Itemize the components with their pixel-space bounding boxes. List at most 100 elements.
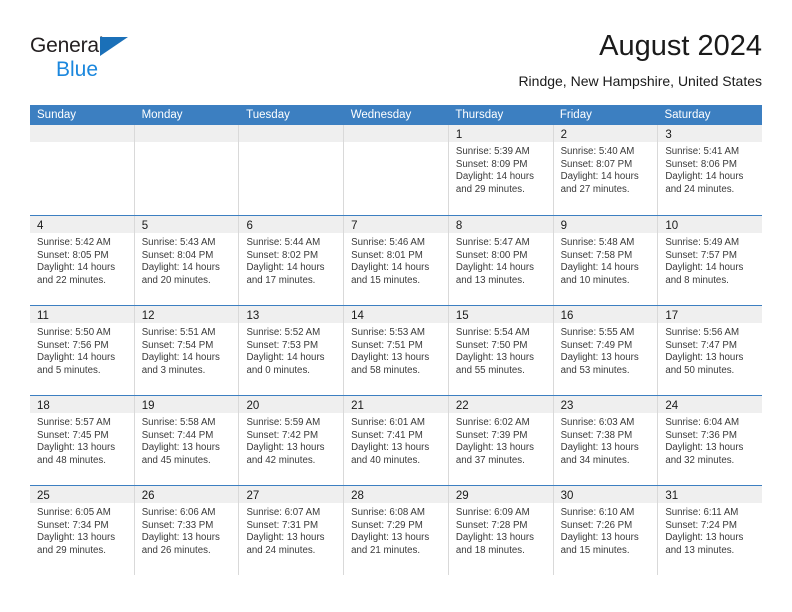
sunrise-line: Sunrise: 6:05 AM (37, 507, 111, 518)
day-details: Sunrise: 5:39 AM Sunset: 8:09 PM Daylight:… (449, 142, 553, 196)
day-number-band: 29 (448, 486, 553, 503)
calendar-weeks: 1 Sunrise: 5:39 AM Sunset: 8:09 PM Daylight… (30, 125, 763, 575)
day-cell-31[interactable]: 31 Sunrise: 6:11 AM Sunset: 7:24 PM Dayligh… (657, 486, 763, 575)
sunrise-line: Sunrise: 5:42 AM (37, 237, 111, 248)
day-details: Sunrise: 5:42 AM Sunset: 8:05 PM Daylight:… (30, 233, 134, 287)
day-cell-12[interactable]: 12 Sunrise: 5:51 AM Sunset: 7:54 PM Dayligh… (133, 306, 239, 395)
day-details: Sunrise: 6:09 AM Sunset: 7:28 PM Daylight:… (449, 503, 553, 557)
day-number: 27 (246, 490, 260, 502)
day-cell-5[interactable]: 5 Sunrise: 5:43 AM Sunset: 8:04 PM Daylight… (133, 216, 239, 305)
day-number: 24 (665, 400, 679, 412)
day-details: Sunrise: 6:08 AM Sunset: 7:29 PM Daylight:… (344, 503, 448, 557)
day-cell-23[interactable]: 23 Sunrise: 6:03 AM Sunset: 7:38 PM Dayligh… (552, 396, 658, 485)
day-number-band: 5 (134, 216, 239, 233)
day-number-band: 27 (239, 486, 344, 503)
day-cell-8[interactable]: 8 Sunrise: 5:47 AM Sunset: 8:00 PM Daylight… (447, 216, 553, 305)
day-number: 25 (37, 490, 50, 502)
day-cell-9[interactable]: 9 Sunrise: 5:48 AM Sunset: 7:58 PM Daylight… (552, 216, 658, 305)
day-number: 21 (351, 400, 364, 412)
day-details: Sunrise: 5:41 AM Sunset: 8:06 PM Daylight:… (658, 142, 762, 196)
day-cell-25[interactable]: 25 Sunrise: 6:05 AM Sunset: 7:34 PM Dayligh… (30, 486, 134, 575)
day-details: Sunrise: 5:50 AM Sunset: 7:56 PM Daylight:… (30, 323, 134, 377)
day-number: 6 (246, 220, 253, 232)
day-number-band: 24 (658, 396, 763, 413)
day-number-band: 4 (30, 216, 134, 233)
calendar-grid: Sunday Monday Tuesday Wednesday Thursday Frid… (30, 105, 763, 575)
sunrise-line: Sunrise: 5:44 AM (246, 237, 321, 248)
sunset-line: Sunset: 7:47 PM (665, 339, 737, 351)
sunset-line: Sunset: 7:28 PM (455, 519, 528, 531)
day-cell-1[interactable]: 1 Sunrise: 5:39 AM Sunset: 8:09 PM Daylight… (447, 125, 553, 215)
sunset-line: Sunset: 7:58 PM (560, 249, 633, 261)
weekday-header-monday: Monday (141, 109, 183, 121)
day-cell-18[interactable]: 18 Sunrise: 5:57 AM Sunset: 7:45 PM Dayligh… (30, 396, 134, 485)
logo-blue-label: Blue (56, 58, 99, 81)
day-cell-20[interactable]: 20 Sunrise: 5:59 AM Sunset: 7:42 PM Dayligh… (238, 396, 344, 485)
sunrise-line: Sunrise: 6:11 AM (665, 507, 739, 518)
day-cell-6[interactable]: 6 Sunrise: 5:44 AM Sunset: 8:02 PM Daylight… (238, 216, 344, 305)
day-cell-empty (133, 125, 239, 215)
day-number-band: 7 (344, 216, 448, 233)
day-number: 28 (351, 490, 364, 502)
daylight-line-2: and 34 minutes. (560, 454, 630, 466)
daylight-line-2: and 17 minutes. (246, 274, 316, 286)
day-cell-24[interactable]: 24 Sunrise: 6:04 AM Sunset: 7:36 PM Dayligh… (657, 396, 763, 485)
day-details: Sunrise: 5:55 AM Sunset: 7:49 PM Daylight:… (554, 323, 658, 377)
logo-text-general: General (30, 34, 230, 58)
day-number: 16 (560, 310, 574, 322)
sunset-line: Sunset: 7:41 PM (351, 429, 423, 441)
day-cell-3[interactable]: 3 Sunrise: 5:41 AM Sunset: 8:06 PM Daylight… (657, 125, 763, 215)
day-cell-21[interactable]: 21 Sunrise: 6:01 AM Sunset: 7:41 PM Dayligh… (343, 396, 448, 485)
calendar-page: General Blue August 2024 Rindge, New Ham… (0, 0, 792, 612)
daylight-line-1: Daylight: 13 hours (141, 532, 220, 544)
day-number-band: 26 (134, 486, 239, 503)
day-cell-17[interactable]: 17 Sunrise: 5:56 AM Sunset: 7:47 PM Dayligh… (657, 306, 763, 395)
daylight-line-1: Daylight: 13 hours (246, 442, 325, 454)
daylight-line-2: and 29 minutes. (37, 544, 106, 556)
day-details: Sunrise: 6:11 AM Sunset: 7:24 PM Daylight:… (658, 503, 762, 557)
sunrise-line: Sunrise: 6:07 AM (246, 507, 321, 518)
daylight-line-2: and 22 minutes. (37, 274, 106, 286)
day-cell-27[interactable]: 27 Sunrise: 6:07 AM Sunset: 7:31 PM Dayligh… (238, 486, 344, 575)
day-cell-4[interactable]: 4 Sunrise: 5:42 AM Sunset: 8:05 PM Daylight… (30, 216, 134, 305)
calendar-week-row: 1 Sunrise: 5:39 AM Sunset: 8:09 PM Daylight… (30, 125, 763, 215)
sunrise-line: Sunrise: 6:09 AM (455, 507, 530, 518)
day-details: Sunrise: 6:03 AM Sunset: 7:38 PM Daylight:… (554, 413, 658, 467)
day-number-band: 17 (658, 306, 763, 323)
day-cell-29[interactable]: 29 Sunrise: 6:09 AM Sunset: 7:28 PM Dayligh… (447, 486, 553, 575)
day-cell-22[interactable]: 22 Sunrise: 6:02 AM Sunset: 7:39 PM Dayligh… (447, 396, 553, 485)
day-cell-14[interactable]: 14 Sunrise: 5:53 AM Sunset: 7:51 PM Dayligh… (343, 306, 448, 395)
day-number-band: 11 (30, 306, 134, 323)
general-blue-logo[interactable]: General Blue (30, 34, 230, 90)
sunset-line: Sunset: 7:57 PM (665, 249, 737, 261)
day-cell-10[interactable]: 10 Sunrise: 5:49 AM Sunset: 7:57 PM Dayligh… (657, 216, 763, 305)
sunset-line: Sunset: 7:33 PM (141, 519, 214, 531)
day-cell-13[interactable]: 13 Sunrise: 5:52 AM Sunset: 7:53 PM Dayligh… (238, 306, 344, 395)
day-cell-28[interactable]: 28 Sunrise: 6:08 AM Sunset: 7:29 PM Dayligh… (343, 486, 448, 575)
daylight-line-1: Daylight: 13 hours (37, 532, 116, 544)
day-cell-2[interactable]: 2 Sunrise: 5:40 AM Sunset: 8:07 PM Daylight… (552, 125, 658, 215)
sunrise-line: Sunrise: 5:56 AM (665, 327, 740, 338)
day-cell-19[interactable]: 19 Sunrise: 5:58 AM Sunset: 7:44 PM Dayligh… (133, 396, 239, 485)
sunset-line: Sunset: 7:24 PM (665, 519, 737, 531)
day-number-band: 22 (448, 396, 553, 413)
daylight-line-1: Daylight: 13 hours (455, 532, 534, 544)
logo-general-label: General (30, 34, 104, 57)
day-cell-11[interactable]: 11 Sunrise: 5:50 AM Sunset: 7:56 PM Dayligh… (30, 306, 134, 395)
day-cell-15[interactable]: 15 Sunrise: 5:54 AM Sunset: 7:50 PM Dayligh… (447, 306, 553, 395)
day-number-band: 31 (658, 486, 763, 503)
day-cell-7[interactable]: 7 Sunrise: 5:46 AM Sunset: 8:01 PM Daylight… (343, 216, 448, 305)
day-details: Sunrise: 5:47 AM Sunset: 8:00 PM Daylight:… (449, 233, 553, 287)
sunset-line: Sunset: 7:53 PM (246, 339, 319, 351)
day-number: 4 (37, 220, 44, 232)
day-cell-30[interactable]: 30 Sunrise: 6:10 AM Sunset: 7:26 PM Dayligh… (552, 486, 658, 575)
daylight-line-2: and 40 minutes. (351, 454, 421, 466)
day-cell-16[interactable]: 16 Sunrise: 5:55 AM Sunset: 7:49 PM Dayligh… (552, 306, 658, 395)
sunrise-line: Sunrise: 6:02 AM (455, 417, 530, 428)
day-number-band (30, 125, 134, 142)
day-cell-26[interactable]: 26 Sunrise: 6:06 AM Sunset: 7:33 PM Dayligh… (133, 486, 239, 575)
sunset-line: Sunset: 7:42 PM (246, 429, 319, 441)
sunrise-line: Sunrise: 6:06 AM (141, 507, 216, 518)
day-number-band: 16 (553, 306, 658, 323)
daylight-line-1: Daylight: 14 hours (560, 171, 639, 183)
